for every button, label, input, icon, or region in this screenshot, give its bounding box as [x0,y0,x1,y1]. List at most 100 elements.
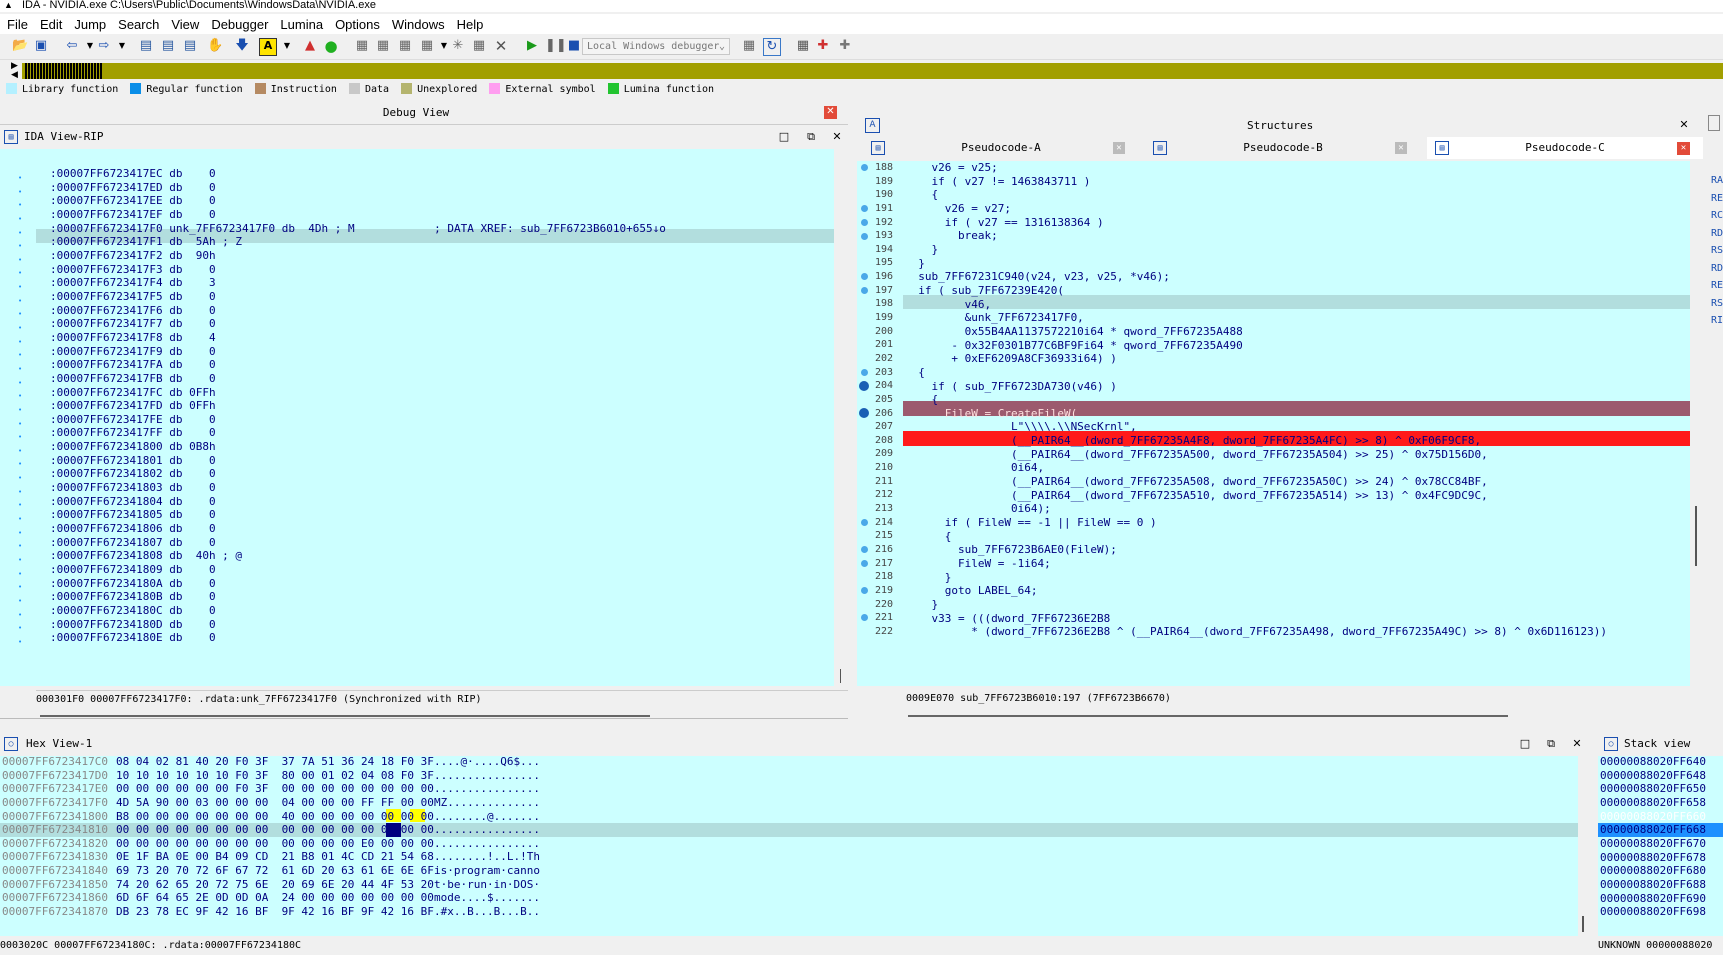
debugger-select[interactable]: Local Windows debugger ⌄ [582,38,730,55]
ida-view-scrollbar[interactable] [838,149,848,686]
graph-icon-4[interactable]: ▦ [419,38,435,54]
pseudocode-line[interactable]: { [905,530,1607,544]
disasm-line[interactable]: :00007FF6723417F2 db 90h [50,249,666,263]
pseudocode-line[interactable]: { [905,366,1607,380]
disasm-line[interactable]: :00007FF6723417F4 db 3 [50,276,666,290]
binary-search-icon[interactable]: ▤ [138,38,154,54]
pseudocode-line[interactable]: v26 = v25; [905,161,1607,175]
gutter-dot-icon[interactable] [861,614,868,622]
menu-view[interactable]: View [164,14,204,33]
debugger-options-icon[interactable]: ▦ [741,38,757,54]
disasm-line[interactable]: :00007FF6723417F0 unk_7FF6723417F0 db 4D… [50,222,666,236]
menu-debugger[interactable]: Debugger [204,14,273,33]
hex-bytes[interactable]: 00 00 00 00 00 00 00 00 00 00 00 00 00 0… [116,823,434,837]
green-circle-icon[interactable]: ● [323,38,339,54]
stack-row[interactable]: 00000088020FF660 [1600,810,1706,824]
hex-bytes[interactable]: 0E 1F BA 0E 00 B4 09 CD 21 B8 01 4C CD 2… [116,850,434,864]
menu-windows[interactable]: Windows [385,14,450,33]
close-icon[interactable]: ✕ [1677,142,1690,155]
gutter-dot-icon[interactable] [861,287,868,295]
hex-ascii[interactable]: ....@·....Q6$... [434,756,540,769]
ida-view-lines[interactable]: :00007FF6723417EC db 0:00007FF6723417ED … [50,167,666,645]
gutter-dot-icon[interactable] [861,368,868,376]
forward-arrow-icon[interactable]: ⇨ [96,38,112,54]
menu-jump[interactable]: Jump [67,14,111,33]
text-color-dropdown-icon[interactable]: ▼ [279,38,295,54]
disasm-line[interactable]: :00007FF6723417FD db 0FFh [50,399,666,413]
register-label[interactable]: RS [1711,295,1723,313]
menu-file[interactable]: File [0,14,33,33]
stack-row[interactable]: 00000088020FF670 [1600,837,1706,851]
graph-icon-3[interactable]: ▦ [397,38,413,54]
stack-lines[interactable]: 00000088020FF640 00000088020FF648 00000088… [1600,756,1706,919]
hex-view[interactable]: 00007FF6723417C0 08 04 02 81 40 20 F0 3F … [0,756,1578,936]
breakpoint-icon[interactable] [859,381,869,392]
pseudocode-line[interactable]: 0i64, [905,461,1607,475]
register-label[interactable]: RD [1711,225,1723,243]
ida-view-hscroll[interactable] [0,712,848,719]
save-icon[interactable]: ▣ [33,38,49,54]
disasm-line[interactable]: :00007FF672341805 db 0 [50,508,666,522]
gutter-dot-icon[interactable] [861,218,868,226]
pseudocode-line[interactable]: sub_7FF6723B6AE0(FileW); [905,543,1607,557]
pseudocode-line[interactable]: v26 = v27; [905,202,1607,216]
hex-bytes[interactable]: 00 00 00 00 00 00 00 00 00 00 00 00 E0 0… [116,837,434,851]
gutter-dot-icon[interactable] [861,587,868,595]
hex-ascii[interactable]: ................ [434,782,540,796]
pseudocode-line[interactable]: if ( v27 != 1463843711 ) [905,175,1607,189]
graph-icon-2[interactable]: ▦ [375,38,391,54]
hex-ascii[interactable]: t·be·run·in·DOS· [434,878,540,892]
open-folder-icon[interactable]: 📂 [12,38,28,54]
pseudocode-line[interactable]: break; [905,229,1607,243]
pseudocode-line[interactable]: if ( sub_7FF67239E420( [905,284,1607,298]
gutter-dot-icon[interactable] [861,205,868,213]
back-arrow-icon[interactable]: ⇦ [64,38,80,54]
pseudocode-line[interactable]: v46, [905,298,1607,312]
hex-bytes[interactable]: 74 20 62 65 20 72 75 6E 20 69 6E 20 44 4… [116,878,434,892]
disasm-line[interactable]: :00007FF672341804 db 0 [50,495,666,509]
pseudocode-line[interactable]: 0x55B4AA1137572210i64 * qword_7FF67235A4… [905,325,1607,339]
menu-search[interactable]: Search [111,14,164,33]
pseudocode-line[interactable]: (__PAIR64__(dword_7FF67235A510, dword_7F… [905,489,1607,503]
hex-bytes[interactable]: 00 00 00 00 00 00 F0 3F 00 00 00 00 00 0… [116,782,434,796]
gutter-dot-icon[interactable] [861,164,868,172]
disasm-line[interactable]: :00007FF6723417F9 db 0 [50,345,666,359]
disasm-line[interactable]: :00007FF6723417EE db 0 [50,194,666,208]
pseudocode-line[interactable]: if ( FileW == -1 || FileW == 0 ) [905,516,1607,530]
pseudocode-line[interactable]: } [905,243,1607,257]
pseudocode-line[interactable]: goto LABEL_64; [905,584,1607,598]
tab-pseudocode-c[interactable]: ▤ Pseudocode-C ✕ [1427,137,1703,159]
menu-options[interactable]: Options [328,14,385,33]
pseudocode-line[interactable]: v33 = (((dword_7FF67236E2B8 [905,612,1607,626]
immediate-search-icon[interactable]: ▤ [182,38,198,54]
disasm-line[interactable]: :00007FF6723417FB db 0 [50,372,666,386]
disasm-line[interactable]: :00007FF6723417ED db 0 [50,181,666,195]
hex-ascii[interactable]: ........!..L.!Th [434,850,540,864]
disasm-line[interactable]: :00007FF6723417FF db 0 [50,426,666,440]
hex-bytes[interactable]: 6D 6F 64 65 2E 0D 0D 0A 24 00 00 00 00 0… [116,891,434,905]
disasm-line[interactable]: :00007FF6723417EF db 0 [50,208,666,222]
hex-bytes[interactable]: DB 23 78 EC 9F 42 16 BF 9F 42 16 BF 9F 4… [116,905,434,919]
forward-dropdown-icon[interactable]: ▼ [114,38,130,54]
disasm-line[interactable]: :00007FF67234180C db 0 [50,604,666,618]
maximize-icon[interactable]: □ [777,130,791,144]
disasm-line[interactable]: :00007FF672341801 db 0 [50,454,666,468]
pseudocode-line[interactable]: if ( sub_7FF6723DA730(v46) ) [905,380,1607,394]
gutter-dot-icon[interactable] [861,273,868,281]
hex-bytes[interactable]: 08 04 02 81 40 20 F0 3F 37 7A 51 36 24 1… [116,756,434,769]
menu-help[interactable]: Help [450,14,489,33]
warning-icon[interactable]: ▲ [302,38,318,54]
disasm-line[interactable]: :00007FF6723417FE db 0 [50,413,666,427]
hex-ascii[interactable]: MZ.............. [434,796,540,810]
maximize-icon[interactable]: □ [1518,737,1532,751]
disasm-line[interactable]: :00007FF672341802 db 0 [50,467,666,481]
register-label[interactable]: RE [1711,190,1723,208]
gutter-dot-icon[interactable] [861,232,868,240]
pseudocode-line[interactable]: 0i64); [905,502,1607,516]
plugin-icon-2[interactable]: ▦ [471,38,487,54]
nav-strip[interactable] [22,63,1723,79]
panel-icon[interactable] [1708,115,1720,131]
navigation-band[interactable]: ▶ ◀ [0,60,1723,82]
text-search-icon[interactable]: ▤ [160,38,176,54]
close-icon[interactable]: ✕ [1113,142,1125,154]
